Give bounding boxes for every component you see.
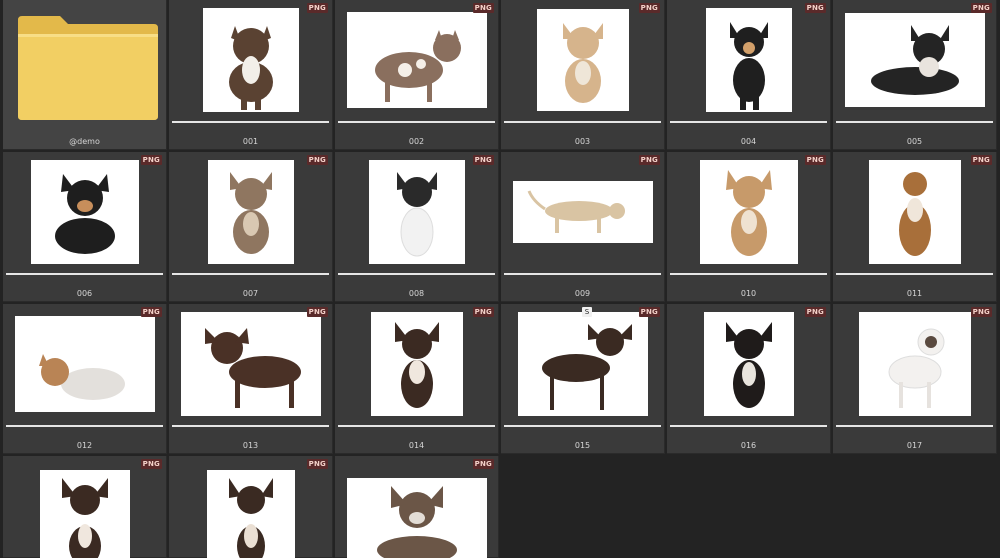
thumbnail-label: 006 [76,289,93,298]
png-badge: PNG [306,155,328,165]
png-badge: PNG [306,307,328,317]
png-badge: PNG [638,155,660,165]
progress-bar [338,425,495,427]
thumbnail-tile[interactable]: PNG 017 [833,304,997,454]
progress-bar [670,273,827,275]
thumbnail-image [859,312,971,416]
thumbnail-tile[interactable]: PNG S 015 [501,304,665,454]
progress-bar [836,121,993,123]
png-badge: PNG [638,3,660,13]
thumbnail-image [369,160,465,264]
thumbnail-tile[interactable]: PNG 002 [335,0,499,150]
thumbnail-label: 014 [408,441,425,450]
thumbnail-tile[interactable]: PNG [335,456,499,558]
thumbnail-label: 015 [574,441,591,450]
thumbnail-grid: @demo PNG 001 PNG 002 PNG 003 PNG 004 PN… [0,0,1000,558]
png-badge: PNG [306,459,328,469]
png-badge: PNG [472,307,494,317]
thumbnail-image [700,160,798,264]
thumbnail-label: 003 [574,137,591,146]
thumbnail-tile[interactable]: PNG [3,456,167,558]
progress-bar [172,121,329,123]
thumbnail-tile[interactable]: PNG [169,456,333,558]
thumbnail-image [31,160,139,264]
png-badge: PNG [472,3,494,13]
progress-bar [504,273,661,275]
thumbnail-image [207,470,295,558]
thumbnail-tile[interactable]: PNG 004 [667,0,831,150]
thumbnail-tile[interactable]: PNG 008 [335,152,499,302]
thumbnail-tile[interactable]: PNG 012 [3,304,167,454]
thumbnail-label: 016 [740,441,757,450]
png-badge: PNG [140,307,162,317]
thumbnail-image [371,312,463,416]
png-badge: PNG [140,459,162,469]
png-badge: PNG [472,155,494,165]
thumbnail-image [845,13,985,107]
thumbnail-image [203,8,299,112]
progress-bar [836,425,993,427]
thumbnail-tile[interactable]: PNG 003 [501,0,665,150]
thumbnail-label: 007 [242,289,259,298]
thumbnail-label: 011 [906,289,923,298]
thumbnail-label: 012 [76,441,93,450]
thumbnail-label: 005 [906,137,923,146]
progress-bar [504,121,661,123]
thumbnail-label: 017 [906,441,923,450]
folder-label: @demo [69,137,100,146]
thumbnail-label: 009 [574,289,591,298]
thumbnail-image [704,312,794,416]
folder-tile[interactable]: @demo [3,0,167,150]
png-badge: PNG [804,3,826,13]
png-badge: PNG [306,3,328,13]
thumbnail-tile[interactable]: PNG 016 [667,304,831,454]
progress-bar [504,425,661,427]
thumbnail-image [537,9,629,111]
progress-bar [6,425,163,427]
progress-bar [338,121,495,123]
thumbnail-tile[interactable]: PNG 001 [169,0,333,150]
thumbnail-image [208,160,294,264]
folder-icon [18,12,158,120]
thumbnail-tile[interactable]: PNG 010 [667,152,831,302]
thumbnail-tile[interactable]: PNG 005 [833,0,997,150]
thumbnail-image [347,12,487,108]
png-badge: PNG [970,307,992,317]
thumbnail-image [347,478,487,558]
thumbnail-image [706,8,792,112]
thumbnail-image [518,312,648,416]
thumbnail-label: 001 [242,137,259,146]
progress-bar [172,425,329,427]
progress-bar [670,121,827,123]
progress-bar [338,273,495,275]
thumbnail-label: 002 [408,137,425,146]
png-badge: PNG [970,155,992,165]
thumbnail-label: 013 [242,441,259,450]
thumbnail-tile[interactable]: PNG 006 [3,152,167,302]
png-badge: PNG [804,155,826,165]
thumbnail-image [869,160,961,264]
thumbnail-label: 004 [740,137,757,146]
thumbnail-tile[interactable]: PNG 009 [501,152,665,302]
png-badge: PNG [638,307,660,317]
selected-indicator: S [582,307,592,317]
thumbnail-tile[interactable]: PNG 007 [169,152,333,302]
thumbnail-tile[interactable]: PNG 014 [335,304,499,454]
thumbnail-tile[interactable]: PNG 011 [833,152,997,302]
thumbnail-image [513,181,653,243]
progress-bar [6,273,163,275]
png-badge: PNG [140,155,162,165]
thumbnail-image [15,316,155,412]
png-badge: PNG [804,307,826,317]
progress-bar [836,273,993,275]
thumbnail-image [181,312,321,416]
thumbnail-image [40,470,130,558]
progress-bar [670,425,827,427]
png-badge: PNG [472,459,494,469]
thumbnail-tile[interactable]: PNG 013 [169,304,333,454]
thumbnail-label: 010 [740,289,757,298]
progress-bar [172,273,329,275]
thumbnail-label: 008 [408,289,425,298]
png-badge: PNG [970,3,992,13]
